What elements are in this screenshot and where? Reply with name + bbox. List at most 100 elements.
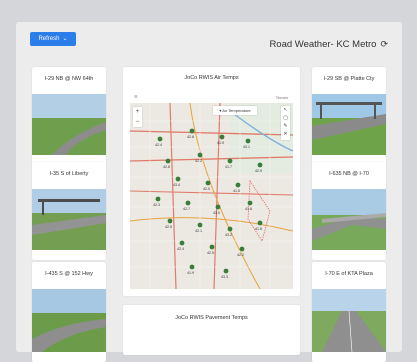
camera-card[interactable]: I-29 SB @ Platte Cty: [312, 67, 386, 165]
camera-label: I-29 SB @ Platte Cty: [323, 76, 375, 82]
station-marker[interactable]: 43.1: [243, 138, 251, 149]
station-marker[interactable]: 41.5: [233, 182, 241, 193]
station-value: 42.4: [177, 247, 184, 251]
camera-image: [312, 289, 386, 352]
station-marker[interactable]: 41.9: [217, 134, 225, 145]
station-value: 42.6: [163, 165, 170, 169]
station-dot: [257, 162, 263, 168]
station-marker[interactable]: 41.8: [245, 200, 253, 211]
station-value: 42.9: [255, 169, 262, 173]
camera-card[interactable]: I-435 S @ 152 Hwy: [32, 262, 106, 362]
camera-card[interactable]: I-35 S of Liberty: [32, 162, 106, 260]
station-dot: [189, 128, 195, 134]
camera-card[interactable]: I-29 NB @ NW 64th: [32, 67, 106, 165]
station-dot: [257, 220, 263, 226]
camera-label: I-635 NB @ I-70: [329, 171, 369, 177]
station-marker[interactable]: 42.5: [165, 218, 173, 229]
reload-icon[interactable]: ⟳: [380, 39, 388, 49]
station-dot: [189, 264, 195, 270]
station-value: 43.3: [221, 275, 228, 279]
station-marker[interactable]: 41.9: [187, 264, 195, 275]
station-value: 42.2: [237, 253, 244, 257]
station-dot: [235, 182, 241, 188]
station-dot: [165, 158, 171, 164]
camera-image: [312, 189, 386, 250]
station-value: 42.7: [183, 207, 190, 211]
station-marker[interactable]: 43.3: [221, 268, 229, 279]
air-temps-map[interactable]: ☰ Terrain ▾ Air Temperature + − ↖ ▢ ✎ ✕ …: [130, 91, 293, 289]
station-marker[interactable]: 43.2: [225, 226, 233, 237]
station-marker[interactable]: 41.7: [225, 158, 233, 169]
station-marker[interactable]: 43.4: [173, 176, 181, 187]
station-marker[interactable]: 42.9: [255, 162, 263, 173]
station-dot: [227, 158, 233, 164]
station-value: 42.5: [165, 225, 172, 229]
camera-label: I-29 NB @ NW 64th: [44, 76, 94, 82]
refresh-label: Refresh: [38, 36, 60, 42]
station-marker[interactable]: 42.7: [183, 200, 191, 211]
station-marker[interactable]: 42.1: [195, 222, 203, 233]
station-marker[interactable]: 42.3: [153, 196, 161, 207]
dashboard-frame: Refresh ⌄ Road Weather- KC Metro ⟳ I-29 SB…: [16, 22, 402, 362]
page-title-text: Road Weather- KC Metro: [269, 39, 377, 50]
station-marker[interactable]: 41.6: [255, 220, 263, 231]
station-marker[interactable]: 42.0: [203, 180, 211, 191]
station-value: 42.2: [195, 159, 202, 163]
chevron-down-icon: ⌄: [62, 36, 68, 42]
camera-label: I-70 E of KTA Plaza: [325, 271, 373, 277]
station-value: 42.9: [207, 251, 214, 255]
station-marker[interactable]: 42.4: [177, 240, 185, 251]
station-dot: [175, 176, 181, 182]
station-value: 43.0: [213, 211, 220, 215]
station-marker[interactable]: 42.6: [163, 158, 171, 169]
station-dot: [197, 222, 203, 228]
station-marker[interactable]: 42.4: [155, 136, 163, 147]
station-value: 41.8: [245, 207, 252, 211]
station-dot: [223, 268, 229, 274]
station-value: 42.4: [155, 143, 162, 147]
station-dot: [205, 180, 211, 186]
refresh-button[interactable]: Refresh ⌄: [30, 32, 76, 46]
map-card-title: JoCo RWIS Air Temps: [184, 75, 239, 81]
camera-image: [312, 94, 386, 155]
station-value: 43.4: [173, 183, 180, 187]
station-marker[interactable]: 43.0: [213, 204, 221, 215]
station-marker[interactable]: 42.9: [207, 244, 215, 255]
station-value: 41.9: [217, 141, 224, 145]
station-value: 41.9: [187, 271, 194, 275]
station-dot: [245, 138, 251, 144]
station-dot: [157, 136, 163, 142]
camera-image: [32, 289, 106, 352]
station-value: 42.1: [195, 229, 202, 233]
station-dot: [239, 246, 245, 252]
station-dot: [227, 226, 233, 232]
air-temps-card: JoCo RWIS Air Temps ☰ Terrain ▾ Air Temp…: [123, 67, 300, 296]
station-value: 41.5: [233, 189, 240, 193]
station-marker[interactable]: 42.2: [237, 246, 245, 257]
station-value: 41.6: [255, 227, 262, 231]
station-value: 42.8: [187, 135, 194, 139]
camera-card[interactable]: I-635 NB @ I-70: [312, 162, 386, 260]
station-value: 43.2: [225, 233, 232, 237]
station-dot: [155, 196, 161, 202]
camera-image: [32, 94, 106, 155]
station-dot: [167, 218, 173, 224]
station-dot: [197, 152, 203, 158]
station-dot: [209, 244, 215, 250]
station-dot: [179, 240, 185, 246]
page-title: Road Weather- KC Metro ⟳: [269, 39, 388, 50]
pavement-card-title: JoCo RWIS Pavement Temps: [175, 315, 248, 321]
pavement-temps-card: JoCo RWIS Pavement Temps: [123, 305, 300, 355]
camera-image: [32, 189, 106, 250]
station-value: 43.1: [243, 145, 250, 149]
station-dot: [219, 134, 225, 140]
camera-label: I-35 S of Liberty: [49, 171, 89, 177]
camera-label: I-435 S @ 152 Hwy: [45, 271, 93, 277]
station-marker[interactable]: 42.8: [187, 128, 195, 139]
camera-card[interactable]: I-70 E of KTA Plaza: [312, 262, 386, 362]
station-value: 42.0: [203, 187, 210, 191]
station-markers: 42.4 42.8 41.9 43.1 42.6 42.2 41.7 42.9 43.4 42.0…: [153, 128, 263, 279]
station-marker[interactable]: 42.2: [195, 152, 203, 163]
station-dot: [247, 200, 253, 206]
station-value: 41.7: [225, 165, 232, 169]
